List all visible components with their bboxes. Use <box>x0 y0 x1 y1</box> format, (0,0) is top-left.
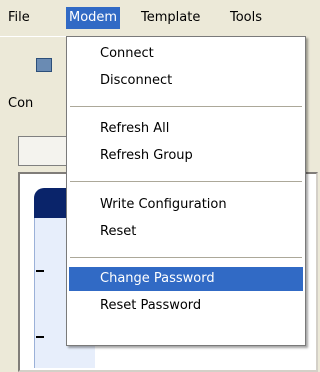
menu-file[interactable]: File <box>5 7 33 29</box>
menu-item-reset[interactable]: Reset <box>69 220 303 244</box>
menu-item-refresh-all[interactable]: Refresh All <box>69 117 303 141</box>
menu-separator <box>70 181 302 182</box>
connect-toolbar-label: Con <box>8 96 34 111</box>
menu-item-disconnect[interactable]: Disconnect <box>69 69 303 93</box>
menu-modem[interactable]: Modem <box>66 7 121 29</box>
modem-dropdown-menu: Connect Disconnect Refresh All Refresh G… <box>66 36 306 346</box>
menu-item-connect[interactable]: Connect <box>69 42 303 66</box>
modem-icon <box>36 58 52 72</box>
tree-collapse-marker[interactable] <box>36 270 44 272</box>
connect-toolbar-button[interactable]: Con <box>8 52 68 124</box>
menu-tools[interactable]: Tools <box>227 7 265 29</box>
menu-item-reset-password[interactable]: Reset Password <box>69 294 303 318</box>
menu-template[interactable]: Template <box>138 7 203 29</box>
menu-separator <box>70 257 302 258</box>
tree-collapse-marker[interactable] <box>36 336 44 338</box>
menu-item-refresh-group[interactable]: Refresh Group <box>69 144 303 168</box>
menu-item-write-configuration[interactable]: Write Configuration <box>69 193 303 217</box>
menu-item-change-password[interactable]: Change Password <box>69 267 303 291</box>
menu-bar: File Modem Template Tools <box>0 0 306 37</box>
menu-separator <box>70 106 302 107</box>
